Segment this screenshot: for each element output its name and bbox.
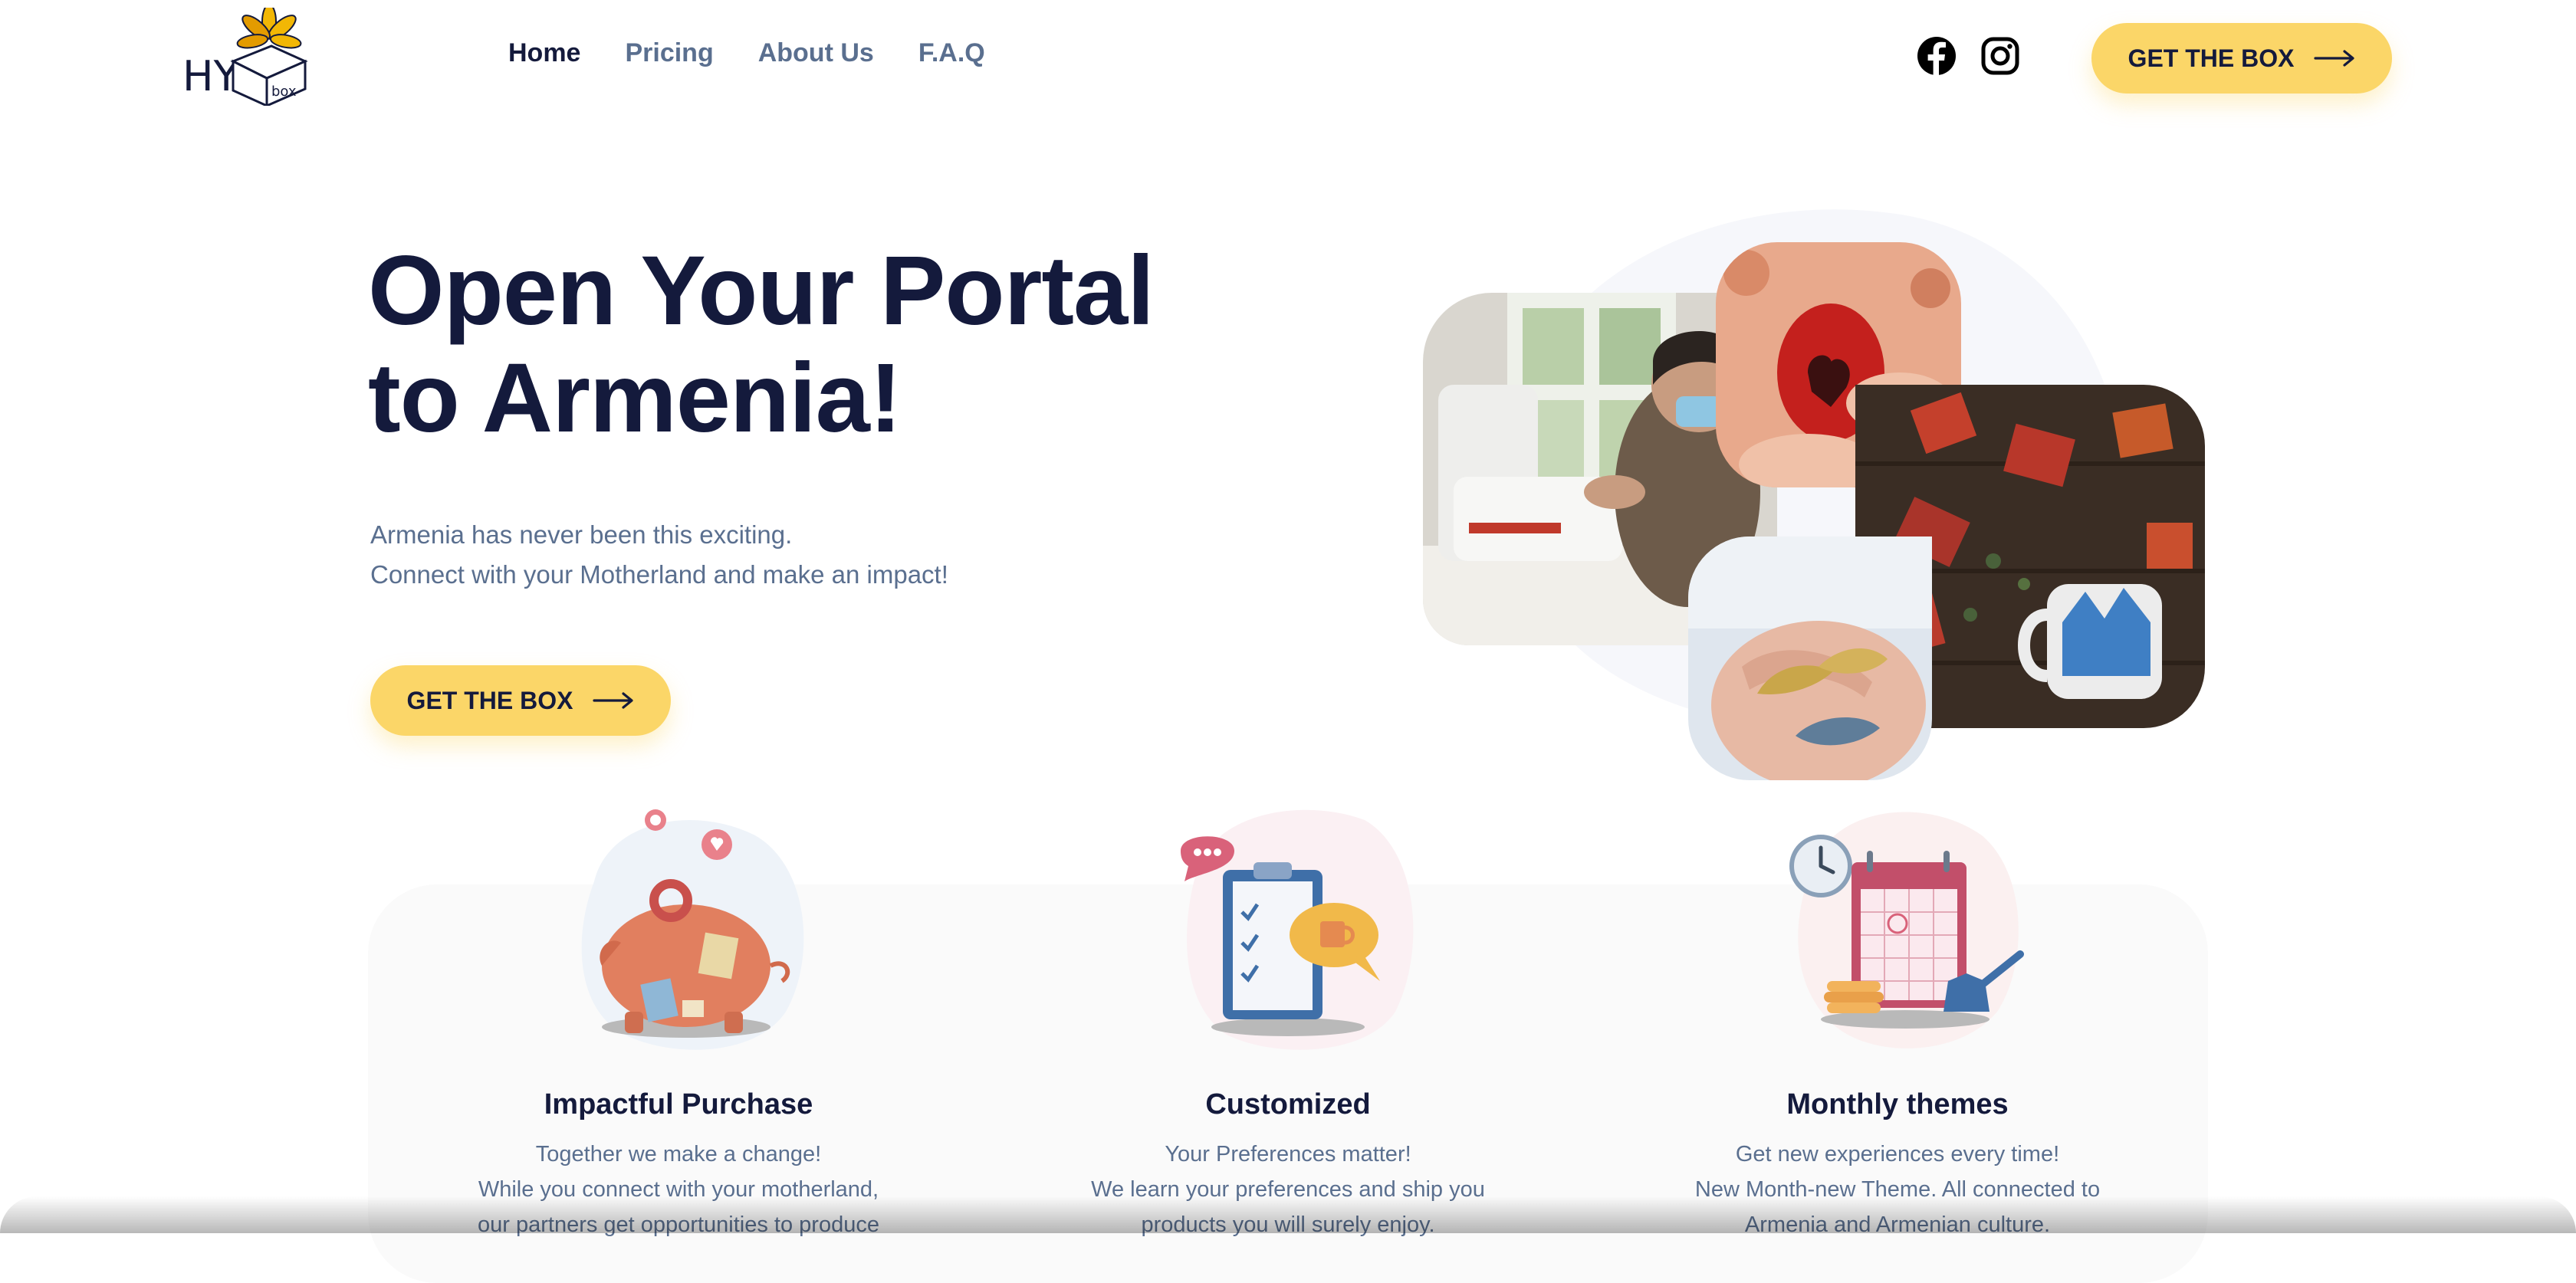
- nav-about-us[interactable]: About Us: [758, 38, 874, 68]
- nav-home[interactable]: Home: [508, 38, 580, 68]
- nav-pricing[interactable]: Pricing: [625, 38, 713, 68]
- header-cta-label: GET THE BOX: [2128, 44, 2295, 72]
- checklist-illustration: [1181, 809, 1414, 1050]
- hero-title-line-2: to Armenia!: [368, 343, 902, 453]
- hero-subtitle: Armenia has never been this exciting. Co…: [370, 515, 948, 595]
- feature-monthly-themes: Monthly themes Get new experiences every…: [1606, 789, 2189, 1242]
- main-nav: Home Pricing About Us F.A.Q: [508, 38, 985, 68]
- feature-title: Customized: [1205, 1088, 1371, 1121]
- calendar-illustration: [1789, 812, 2024, 1048]
- hero-get-the-box-button[interactable]: GET THE BOX: [370, 665, 671, 736]
- hero-title: Open Your Portal to Armenia!: [368, 236, 1155, 453]
- feature-impactful-purchase: Impactful Purchase Together we make a ch…: [387, 789, 970, 1242]
- piggy-bank-illustration: [581, 809, 804, 1050]
- hero-cta-label: GET THE BOX: [406, 686, 573, 714]
- instagram-icon[interactable]: [1980, 36, 2020, 76]
- svg-text:box: box: [271, 84, 297, 100]
- feature-title: Monthly themes: [1786, 1088, 2009, 1121]
- flower-icon: [236, 4, 302, 49]
- hero-subtitle-line-1: Armenia has never been this exciting.: [370, 520, 793, 549]
- hero-title-line-1: Open Your Portal: [368, 236, 1155, 346]
- brand-logo[interactable]: HYE box: [181, 4, 311, 108]
- arrow-right-icon: [593, 692, 634, 709]
- facebook-icon[interactable]: [1917, 36, 1957, 76]
- nav-faq[interactable]: F.A.Q: [918, 38, 985, 68]
- hero-subtitle-line-2: Connect with your Motherland and make an…: [370, 560, 948, 589]
- header-get-the-box-button[interactable]: GET THE BOX: [2091, 23, 2392, 94]
- window-bottom-edge: [0, 1196, 2576, 1233]
- feature-customized: Customized Your Preferences matter! We l…: [997, 789, 1579, 1242]
- feature-title: Impactful Purchase: [544, 1088, 813, 1121]
- arrow-right-icon: [2314, 50, 2355, 67]
- photo-hand-with-brooch: [1688, 536, 1932, 780]
